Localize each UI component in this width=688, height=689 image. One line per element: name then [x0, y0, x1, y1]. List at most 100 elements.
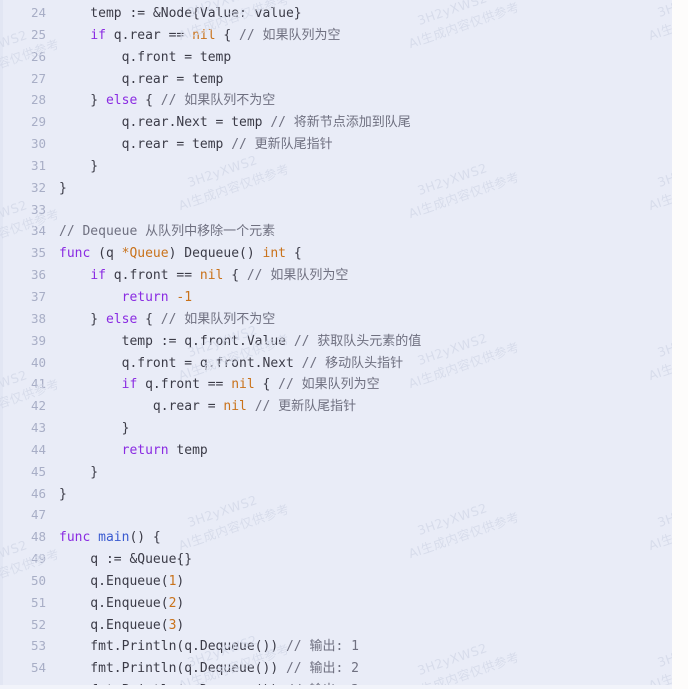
code-token-keyword: if: [90, 27, 106, 43]
code-line[interactable]: 26 q.front = temp: [0, 46, 672, 68]
line-content[interactable]: } else { // 如果队列不为空: [46, 309, 672, 331]
code-line[interactable]: 32}: [0, 177, 672, 199]
code-token-plain: {: [137, 311, 161, 327]
code-line[interactable]: 25 if q.rear == nil { // 如果队列为空: [0, 24, 672, 46]
line-number: 53: [30, 638, 46, 654]
line-content[interactable]: q := &Queue{}: [46, 549, 672, 571]
line-number: 55: [0, 679, 46, 685]
line-content[interactable]: temp := &Node{Value: value}: [46, 3, 672, 25]
line-content[interactable]: return -1: [46, 287, 672, 309]
line-number: 42: [30, 398, 46, 414]
code-line[interactable]: 39 temp := q.front.Value // 获取队头元素的值: [0, 330, 672, 352]
code-line[interactable]: 33: [0, 199, 672, 221]
code-token-comment: // 如果队列为空: [246, 268, 349, 284]
code-token-literal: nil: [231, 377, 255, 393]
code-line[interactable]: 53 fmt.Println(q.Dequeue()) // 输出: 1: [0, 635, 672, 657]
code-token-plain: }: [59, 93, 106, 109]
code-line[interactable]: 45 }: [0, 461, 672, 483]
code-token-plain: }: [59, 180, 67, 196]
line-content[interactable]: q.rear.Next = temp // 将新节点添加到队尾: [46, 112, 672, 134]
line-content[interactable]: if q.rear == nil { // 如果队列为空: [46, 25, 672, 47]
code-token-plain: () {: [129, 530, 161, 546]
code-line[interactable]: 48 func main() {: [0, 526, 672, 548]
code-line[interactable]: 43 }: [0, 417, 672, 439]
code-line[interactable]: 55 fmt.Println(q.Dequeue()) // 输出: 3: [0, 679, 672, 685]
line-content[interactable]: }: [46, 418, 672, 440]
code-token-plain: q.rear ==: [105, 27, 193, 43]
line-number: 47: [30, 507, 46, 523]
panel-bottom-edge: [0, 685, 672, 689]
line-content[interactable]: }: [46, 178, 672, 200]
line-content[interactable]: temp := q.front.Value // 获取队头元素的值: [46, 331, 672, 353]
line-number: 33: [30, 201, 46, 217]
line-content[interactable]: fmt.Println(q.Dequeue()) // 输出: 2: [46, 658, 672, 680]
line-content[interactable]: q.Enqueue(2): [46, 593, 672, 615]
line-content[interactable]: }: [46, 156, 672, 178]
code-line[interactable]: 47: [0, 504, 672, 526]
line-content[interactable]: func main() {: [46, 527, 672, 549]
code-line[interactable]: 54 fmt.Println(q.Dequeue()) // 输出: 2: [0, 657, 672, 679]
line-content[interactable]: if q.front == nil { // 如果队列为空: [46, 374, 672, 396]
code-line[interactable]: 24 temp := &Node{Value: value}: [0, 2, 672, 24]
code-line[interactable]: 37 return -1: [0, 286, 672, 308]
line-number: 48: [30, 529, 46, 545]
code-line[interactable]: 34 // Dequeue 从队列中移除一个元素: [0, 220, 672, 242]
code-line[interactable]: 41 if q.front == nil { // 如果队列为空: [0, 373, 672, 395]
code-line[interactable]: 38 } else { // 如果队列不为空: [0, 308, 672, 330]
code-token-plain: ): [176, 573, 185, 589]
line-content[interactable]: q.front = temp: [46, 47, 672, 69]
code-line[interactable]: 29 q.rear.Next = temp // 将新节点添加到队尾: [0, 111, 672, 133]
code-token-comment: // 更新队尾指针: [231, 137, 333, 153]
code-line[interactable]: 35 func (q *Queue) Dequeue() int {: [0, 242, 672, 264]
code-line[interactable]: 27 q.rear = temp: [0, 68, 672, 90]
line-number: 50: [30, 572, 46, 588]
line-content[interactable]: fmt.Println(q.Dequeue()) // 输出: 3: [46, 680, 672, 685]
page-right-margin: [672, 0, 688, 689]
code-token-comment: // Dequeue 从队列中移除一个元素: [59, 224, 276, 240]
code-line[interactable]: 52 q.Enqueue(3): [0, 614, 672, 636]
code-line[interactable]: 51 q.Enqueue(2): [0, 592, 672, 614]
line-content[interactable]: return temp: [46, 440, 672, 462]
code-token-literal: nil: [223, 399, 247, 415]
line-content[interactable]: if q.front == nil { // 如果队列为空: [46, 265, 672, 287]
code-line[interactable]: 49 q := &Queue{}: [0, 548, 672, 570]
code-line[interactable]: 40 q.front = q.front.Next // 移动队头指针: [0, 352, 672, 374]
line-content[interactable]: } else { // 如果队列不为空: [46, 90, 672, 112]
code-token-comment: // 输出: 2: [285, 661, 359, 677]
code-token-keyword: return: [121, 289, 169, 305]
code-line[interactable]: 31 }: [0, 155, 672, 177]
code-line[interactable]: 28 } else { // 如果队列不为空: [0, 89, 672, 111]
code-token-comment: // 输出: 3: [286, 683, 359, 685]
code-token-plain: q := &Queue{}: [59, 552, 193, 568]
line-content[interactable]: q.rear = temp // 更新队尾指针: [46, 134, 672, 156]
code-line[interactable]: 46}: [0, 483, 672, 505]
code-token-plain: ): [176, 595, 185, 611]
line-content[interactable]: func (q *Queue) Dequeue() int {: [46, 243, 672, 265]
line-content[interactable]: }: [46, 462, 672, 484]
code-line[interactable]: 44 return temp: [0, 439, 672, 461]
line-number: 28: [30, 92, 46, 108]
line-content[interactable]: q.rear = temp: [46, 69, 672, 91]
code-line[interactable]: 42 q.rear = nil // 更新队尾指针: [0, 395, 672, 417]
code-snippet-screenshot: 3H2yXWS2 AI生成内容仅供参考 3H2yXWS2 AI生成内容仅供参考 3H2y…: [0, 0, 688, 689]
code-editor-panel[interactable]: 3H2yXWS2 AI生成内容仅供参考 3H2yXWS2 AI生成内容仅供参考 3H2y…: [0, 0, 672, 685]
line-content[interactable]: q.Enqueue(3): [46, 615, 672, 637]
code-line-list[interactable]: 24 temp := &Node{Value: value} 25 if q.re…: [0, 2, 672, 685]
line-content[interactable]: q.Enqueue(1): [46, 571, 672, 593]
line-content[interactable]: q.front = q.front.Next // 移动队头指针: [46, 353, 672, 375]
code-line[interactable]: 30 q.rear = temp // 更新队尾指针: [0, 133, 672, 155]
line-number: 34: [30, 223, 46, 239]
code-token-plain: }: [59, 311, 106, 327]
code-token-plain: ): [176, 617, 185, 633]
line-content[interactable]: // Dequeue 从队列中移除一个元素: [46, 221, 672, 243]
code-line[interactable]: 50 q.Enqueue(1): [0, 570, 672, 592]
code-token-comment: // 移动队头指针: [301, 355, 404, 371]
line-content[interactable]: }: [46, 484, 672, 506]
code-line[interactable]: 36 if q.front == nil { // 如果队列为空: [0, 264, 672, 286]
line-content[interactable]: fmt.Println(q.Dequeue()) // 输出: 1: [46, 636, 672, 658]
line-number: 37: [30, 288, 46, 304]
line-number: 45: [30, 463, 46, 479]
line-content[interactable]: q.rear = nil // 更新队尾指针: [46, 396, 672, 418]
line-number: 44: [30, 441, 46, 457]
